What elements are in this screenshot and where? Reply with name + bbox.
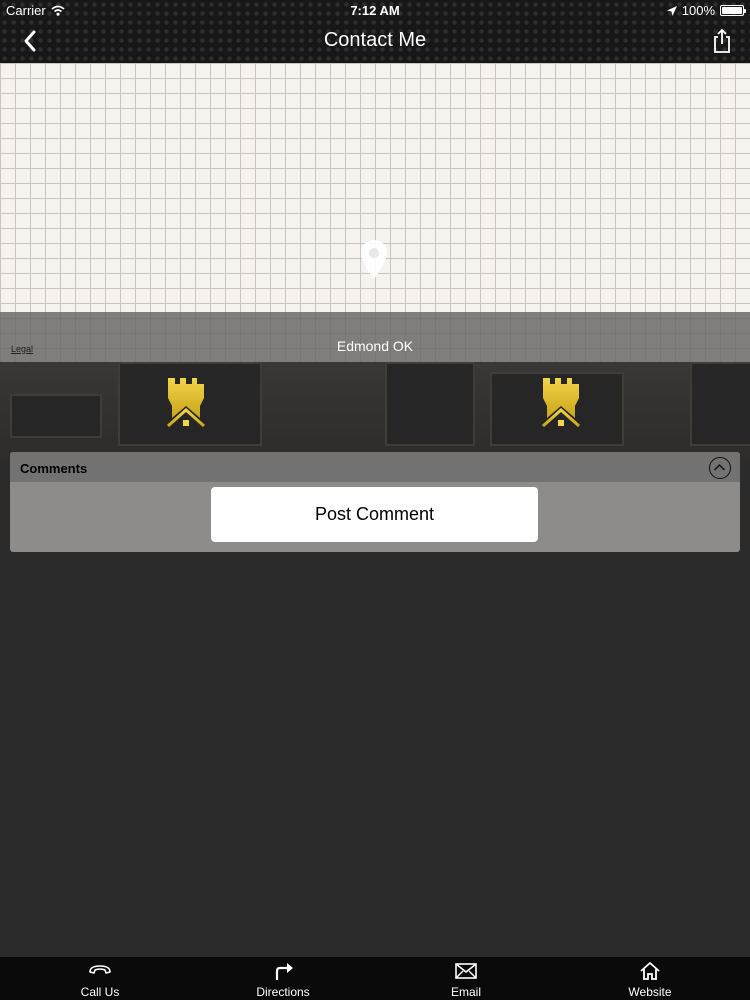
- window-shape: [10, 394, 102, 438]
- battery-percent: 100%: [681, 3, 715, 18]
- home-icon: [640, 962, 660, 980]
- bottom-tab-bar: Call Us Directions Email Website: [0, 957, 750, 1000]
- page-title: Contact Me: [323, 29, 427, 51]
- window-shape: [690, 362, 750, 446]
- tab-label: Email: [450, 985, 481, 999]
- post-comment-button[interactable]: Post Comment: [211, 487, 538, 542]
- tab-call-us[interactable]: Call Us: [40, 957, 160, 1000]
- tab-label: Call Us: [80, 985, 120, 999]
- clock: 7:12 AM: [350, 3, 400, 18]
- tab-label: Website: [628, 985, 672, 999]
- window-shape: [385, 362, 475, 446]
- tab-website[interactable]: Website: [590, 957, 710, 1000]
- share-icon[interactable]: [710, 28, 734, 54]
- map-view[interactable]: Legal Edmond OK: [0, 63, 750, 362]
- phone-icon: [89, 965, 111, 974]
- battery-icon: [720, 5, 746, 16]
- castle-logo-icon: [167, 378, 205, 428]
- header-background-image: [0, 362, 750, 462]
- collapse-chevron-up-icon[interactable]: [709, 457, 731, 479]
- comments-header[interactable]: Comments: [10, 452, 740, 482]
- address-label: Edmond OK: [336, 338, 414, 354]
- location-arrow-icon: [666, 5, 677, 16]
- tab-email[interactable]: Email: [406, 957, 526, 1000]
- map-pin-icon[interactable]: [359, 239, 389, 281]
- status-bar: Carrier 7:12 AM 100%: [0, 0, 750, 22]
- envelope-icon: [455, 963, 477, 979]
- tab-label: Directions: [256, 985, 310, 999]
- comments-panel: Comments Post Comment: [10, 452, 740, 552]
- castle-logo-icon: [542, 378, 580, 428]
- map-address-overlay: Legal Edmond OK: [0, 312, 750, 362]
- comments-title: Comments: [20, 461, 88, 476]
- tab-directions[interactable]: Directions: [223, 957, 343, 1000]
- directions-icon: [275, 963, 293, 980]
